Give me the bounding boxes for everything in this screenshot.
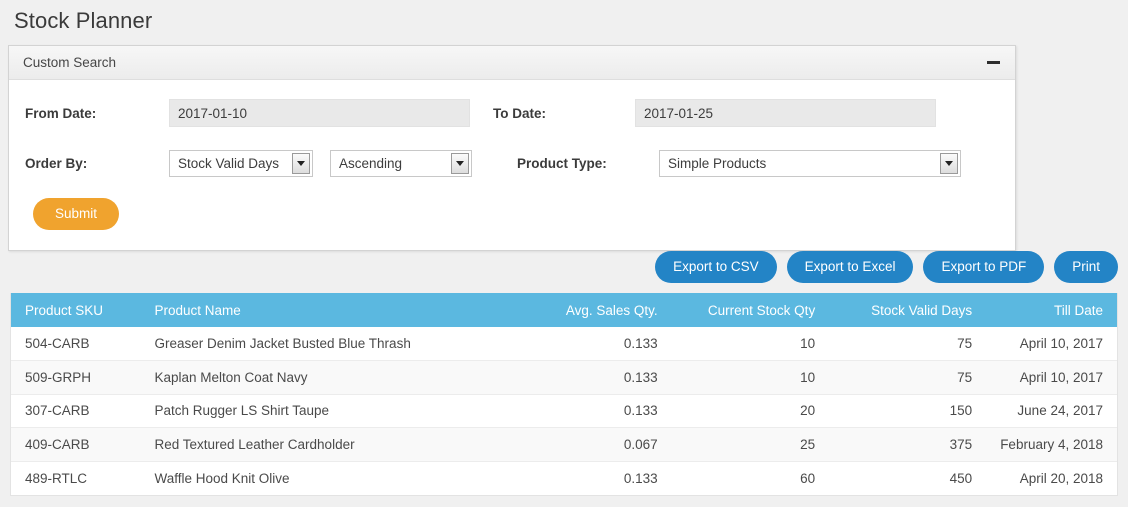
cell-current-stock-qty: 25 bbox=[671, 427, 830, 461]
column-header-till-date[interactable]: Till Date bbox=[986, 293, 1117, 327]
cell-stock-valid-days: 75 bbox=[829, 360, 987, 394]
stock-table-body: 504-CARB Greaser Denim Jacket Busted Blu… bbox=[11, 327, 1117, 495]
column-header-avg-sales-qty[interactable]: Avg. Sales Qty. bbox=[520, 293, 672, 327]
from-date-input[interactable] bbox=[169, 99, 470, 127]
cell-current-stock-qty: 10 bbox=[671, 327, 830, 361]
product-type-select[interactable]: Simple Products bbox=[659, 149, 961, 177]
custom-search-panel-body: From Date: To Date: Order By: Stock Vali… bbox=[9, 80, 1015, 250]
cell-product-sku: 509-GRPH bbox=[11, 360, 141, 394]
stock-table: Product SKU Product Name Avg. Sales Qty.… bbox=[11, 293, 1117, 495]
table-row[interactable]: 307-CARB Patch Rugger LS Shirt Taupe 0.1… bbox=[11, 393, 1117, 428]
cell-product-sku: 409-CARB bbox=[11, 427, 141, 461]
cell-avg-sales-qty: 0.133 bbox=[520, 393, 672, 428]
cell-till-date: April 10, 2017 bbox=[986, 327, 1117, 361]
chevron-down-icon[interactable] bbox=[292, 152, 310, 174]
cell-current-stock-qty: 60 bbox=[671, 460, 830, 495]
export-to-excel-button[interactable]: Export to Excel bbox=[786, 251, 914, 283]
cell-avg-sales-qty: 0.133 bbox=[520, 360, 672, 394]
product-type-select-value: Simple Products bbox=[668, 155, 767, 171]
custom-search-panel-header[interactable]: Custom Search bbox=[9, 46, 1015, 80]
cell-stock-valid-days: 450 bbox=[829, 460, 987, 495]
to-date-label: To Date: bbox=[493, 105, 546, 121]
cell-current-stock-qty: 10 bbox=[671, 360, 830, 394]
cell-stock-valid-days: 375 bbox=[829, 427, 987, 461]
to-date-input[interactable] bbox=[635, 99, 936, 127]
cell-product-name: Greaser Denim Jacket Busted Blue Thrash bbox=[140, 327, 521, 361]
cell-product-sku: 307-CARB bbox=[11, 393, 141, 428]
cell-till-date: February 4, 2018 bbox=[986, 427, 1117, 461]
order-by-select[interactable]: Stock Valid Days bbox=[169, 149, 313, 177]
cell-product-name: Waffle Hood Knit Olive bbox=[140, 460, 521, 495]
export-to-csv-button[interactable]: Export to CSV bbox=[655, 251, 777, 283]
column-header-product-name[interactable]: Product Name bbox=[140, 293, 521, 327]
cell-stock-valid-days: 150 bbox=[829, 393, 987, 428]
stock-table-container: Product SKU Product Name Avg. Sales Qty.… bbox=[10, 293, 1118, 496]
order-direction-select-value: Ascending bbox=[339, 155, 403, 171]
cell-avg-sales-qty: 0.067 bbox=[520, 427, 672, 461]
panel-title: Custom Search bbox=[23, 55, 117, 70]
cell-product-name: Patch Rugger LS Shirt Taupe bbox=[140, 393, 521, 428]
table-row[interactable]: 504-CARB Greaser Denim Jacket Busted Blu… bbox=[11, 327, 1117, 361]
print-button[interactable]: Print bbox=[1054, 251, 1118, 283]
product-type-label: Product Type: bbox=[517, 155, 607, 171]
cell-avg-sales-qty: 0.133 bbox=[520, 460, 672, 495]
page-title: Stock Planner bbox=[14, 8, 153, 33]
form-row-dates: From Date: To Date: bbox=[9, 94, 1015, 132]
cell-till-date: April 20, 2018 bbox=[986, 460, 1117, 495]
form-row-order: Order By: Stock Valid Days Ascending Pro… bbox=[9, 144, 1015, 182]
chevron-down-icon[interactable] bbox=[451, 152, 469, 174]
export-toolbar: Export to CSV Export to Excel Export to … bbox=[655, 251, 1118, 283]
minus-icon[interactable] bbox=[986, 55, 1001, 70]
cell-avg-sales-qty: 0.133 bbox=[520, 327, 672, 361]
cell-till-date: June 24, 2017 bbox=[986, 393, 1117, 428]
cell-product-sku: 504-CARB bbox=[11, 327, 141, 361]
cell-product-sku: 489-RTLC bbox=[11, 460, 141, 495]
submit-button[interactable]: Submit bbox=[33, 198, 120, 230]
cell-stock-valid-days: 75 bbox=[829, 327, 987, 361]
export-to-pdf-button[interactable]: Export to PDF bbox=[923, 251, 1045, 283]
column-header-product-sku[interactable]: Product SKU bbox=[11, 293, 141, 327]
order-by-label: Order By: bbox=[25, 155, 88, 171]
cell-product-name: Kaplan Melton Coat Navy bbox=[140, 360, 521, 394]
cell-current-stock-qty: 20 bbox=[671, 393, 830, 428]
order-direction-select[interactable]: Ascending bbox=[330, 149, 472, 177]
column-header-stock-valid-days[interactable]: Stock Valid Days bbox=[829, 293, 987, 327]
cell-product-name: Red Textured Leather Cardholder bbox=[140, 427, 521, 461]
custom-search-panel: Custom Search From Date: To Date: Order … bbox=[8, 45, 1016, 251]
column-header-current-stock-qty[interactable]: Current Stock Qty bbox=[671, 293, 830, 327]
from-date-label: From Date: bbox=[25, 105, 97, 121]
stock-table-header: Product SKU Product Name Avg. Sales Qty.… bbox=[11, 293, 1117, 327]
table-row[interactable]: 489-RTLC Waffle Hood Knit Olive 0.133 60… bbox=[11, 460, 1117, 495]
table-header-row: Product SKU Product Name Avg. Sales Qty.… bbox=[11, 293, 1117, 327]
cell-till-date: April 10, 2017 bbox=[986, 360, 1117, 394]
chevron-down-icon[interactable] bbox=[940, 152, 958, 174]
table-row[interactable]: 409-CARB Red Textured Leather Cardholder… bbox=[11, 427, 1117, 461]
table-row[interactable]: 509-GRPH Kaplan Melton Coat Navy 0.133 1… bbox=[11, 360, 1117, 394]
order-by-select-value: Stock Valid Days bbox=[178, 155, 280, 171]
